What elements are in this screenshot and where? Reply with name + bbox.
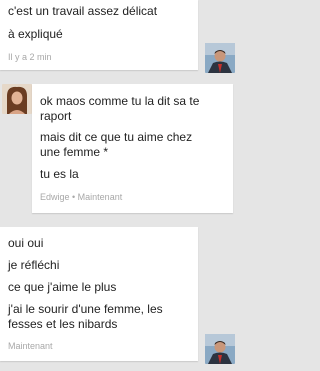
message-line: mais dit ce que tu aime chez — [40, 130, 193, 144]
message-line: tu es la — [40, 167, 79, 181]
avatar-self-icon[interactable] — [205, 334, 235, 364]
avatar-self-icon[interactable] — [205, 43, 235, 73]
message-sender-timestamp: Edwige • Maintenant — [40, 192, 123, 202]
message-line: oui oui — [8, 236, 44, 250]
message-line: j'ai le sourir d'une femme, les — [8, 302, 163, 316]
message-line: fesses et les nibards — [8, 317, 118, 331]
message-line: une femme * — [40, 145, 109, 159]
avatar-contact-icon[interactable] — [2, 84, 32, 114]
message-timestamp: Il y a 2 min — [8, 52, 52, 62]
message-line: ce que j'aime le plus — [8, 280, 117, 294]
message-line: à expliqué — [8, 27, 63, 41]
message-line: c'est un travail assez délicat — [8, 4, 158, 18]
message-timestamp: Maintenant — [8, 341, 53, 351]
message-line: je réfléchi — [8, 258, 60, 272]
message-line: ok maos comme tu la dit sa te — [40, 94, 200, 108]
message-line: raport — [40, 109, 72, 123]
